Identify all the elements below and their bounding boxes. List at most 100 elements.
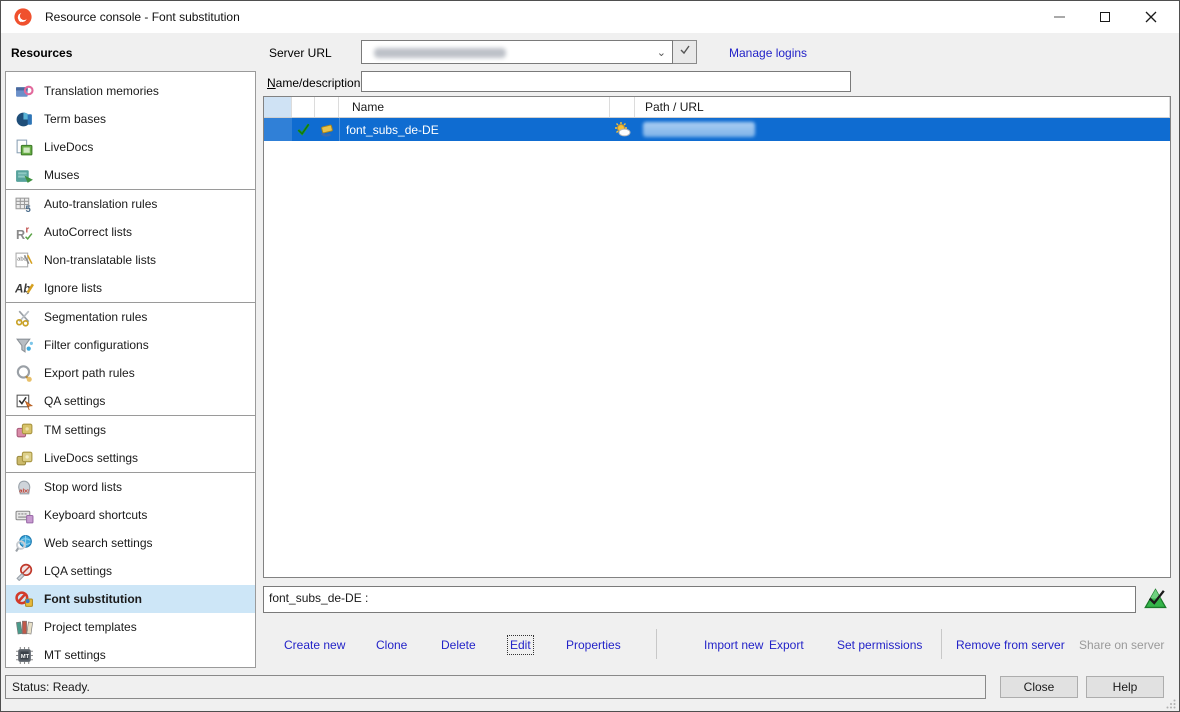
maximize-button[interactable] bbox=[1083, 1, 1127, 32]
cloud-sun-icon bbox=[615, 122, 631, 137]
filter-configurations-icon bbox=[16, 338, 33, 353]
resource-list: Name Path / URL font_subs_de-DE bbox=[263, 96, 1171, 578]
svg-text:5: 5 bbox=[26, 203, 32, 213]
command-separator bbox=[656, 629, 657, 659]
term-bases-icon bbox=[16, 112, 32, 126]
sidebar-item-muses[interactable]: Muses bbox=[6, 161, 255, 189]
memoq-logo-icon bbox=[14, 8, 32, 26]
sidebar-item-tm-settings[interactable]: TM settings bbox=[6, 416, 255, 444]
sidebar-item-export-path-rules[interactable]: Export path rules bbox=[6, 359, 255, 387]
segmentation-rules-icon bbox=[15, 310, 30, 327]
chevron-down-icon[interactable]: ⌄ bbox=[657, 46, 666, 59]
sidebar-item-lqa-settings[interactable]: LQA settings bbox=[6, 557, 255, 585]
server-url-label: Server URL bbox=[269, 46, 332, 60]
sidebar-item-ignore-lists[interactable]: Ab Ignore lists bbox=[6, 274, 255, 302]
set-permissions-command[interactable]: Set permissions bbox=[837, 638, 922, 652]
export-path-rules-icon bbox=[16, 364, 32, 382]
header-path-column[interactable]: Path / URL bbox=[635, 97, 1170, 117]
sidebar-item-livedocs-settings[interactable]: LiveDocs settings bbox=[6, 444, 255, 472]
sidebar-item-font-substitution[interactable]: Font substitution bbox=[6, 585, 255, 613]
minimize-icon bbox=[1053, 15, 1065, 18]
server-url-redacted-value bbox=[374, 48, 506, 58]
close-window-button[interactable] bbox=[1127, 1, 1175, 32]
server-url-combobox[interactable]: ⌄ bbox=[361, 40, 673, 64]
sidebar-item-term-bases[interactable]: Term bases bbox=[6, 105, 255, 133]
command-separator bbox=[941, 629, 942, 659]
manage-logins-link[interactable]: Manage logins bbox=[729, 46, 807, 60]
header-type-column[interactable] bbox=[315, 97, 339, 117]
stop-word-lists-icon: abc bbox=[18, 480, 31, 494]
location-cell bbox=[610, 118, 635, 141]
maximize-icon bbox=[1100, 11, 1110, 22]
svg-text:r: r bbox=[26, 224, 30, 235]
resource-list-header: Name Path / URL bbox=[264, 97, 1170, 118]
remove-from-server-command[interactable]: Remove from server bbox=[956, 638, 1065, 652]
edit-command[interactable]: Edit bbox=[507, 635, 534, 655]
keyboard-shortcuts-icon bbox=[15, 510, 34, 523]
autocorrect-lists-icon: R r bbox=[16, 224, 33, 241]
project-templates-icon bbox=[16, 620, 33, 634]
header-name-column[interactable]: Name bbox=[339, 97, 610, 117]
sidebar-item-translation-memories[interactable]: Translation memories bbox=[6, 77, 255, 105]
window-title: Resource console - Font substitution bbox=[45, 10, 240, 24]
header-corner-cell[interactable] bbox=[264, 97, 292, 117]
sidebar-item-autocorrect-lists[interactable]: R r AutoCorrect lists bbox=[6, 218, 255, 246]
connect-server-button[interactable] bbox=[673, 40, 697, 64]
export-command[interactable]: Export bbox=[769, 638, 804, 652]
name-description-input[interactable] bbox=[361, 71, 851, 92]
resources-heading: Resources bbox=[11, 46, 73, 60]
properties-command[interactable]: Properties bbox=[566, 638, 621, 652]
resource-console-window: Resource console - Font substitution Res… bbox=[0, 0, 1180, 712]
resource-name-cell: font_subs_de-DE bbox=[339, 118, 610, 141]
sidebar-item-keyboard-shortcuts[interactable]: Keyboard shortcuts bbox=[6, 501, 255, 529]
checked-cell bbox=[292, 118, 315, 141]
resize-grip[interactable] bbox=[1166, 698, 1176, 709]
status-bar: Status: Ready. bbox=[5, 675, 986, 699]
sidebar-item-qa-settings[interactable]: QA settings bbox=[6, 387, 255, 415]
ignore-lists-icon: Ab bbox=[15, 282, 34, 295]
svg-text:abc: abc bbox=[19, 488, 30, 494]
name-description-label: Name/description bbox=[267, 76, 361, 90]
sidebar-item-project-templates[interactable]: Project templates bbox=[6, 613, 255, 641]
sidebar-item-non-translatable-lists[interactable]: abc Non-translatable lists bbox=[6, 246, 255, 274]
livedocs-settings-icon bbox=[16, 451, 33, 465]
sidebar-item-segmentation-rules[interactable]: Segmentation rules bbox=[6, 303, 255, 331]
auto-translation-rules-icon: 5 bbox=[15, 197, 32, 214]
delete-command[interactable]: Delete bbox=[441, 638, 476, 652]
check-icon bbox=[680, 45, 690, 55]
titlebar: Resource console - Font substitution bbox=[1, 1, 1179, 33]
minimize-button[interactable] bbox=[1037, 1, 1081, 32]
svg-text:R: R bbox=[16, 227, 25, 241]
sidebar-item-livedocs[interactable]: LiveDocs bbox=[6, 133, 255, 161]
edit-book-icon bbox=[320, 124, 333, 137]
muses-icon bbox=[16, 169, 33, 183]
resource-type-cell bbox=[315, 118, 339, 141]
path-redacted-value bbox=[643, 122, 755, 137]
font-substitution-resource-icon bbox=[1144, 587, 1167, 610]
resources-sidebar: Translation memories Term bases LiveDocs bbox=[5, 71, 256, 668]
resource-details-box[interactable]: font_subs_de-DE : bbox=[263, 586, 1136, 613]
lqa-settings-icon bbox=[16, 563, 33, 581]
row-selector-cell[interactable] bbox=[264, 118, 292, 141]
create-new-command[interactable]: Create new bbox=[284, 638, 345, 652]
svg-text:MT: MT bbox=[21, 653, 30, 659]
close-button[interactable]: Close bbox=[1000, 676, 1078, 698]
sidebar-item-stop-word-lists[interactable]: abc Stop word lists bbox=[6, 473, 255, 501]
close-icon bbox=[1145, 11, 1157, 22]
help-button[interactable]: Help bbox=[1086, 676, 1164, 698]
web-search-settings-icon bbox=[15, 534, 32, 552]
header-status-column[interactable] bbox=[292, 97, 315, 117]
resource-row-font-subs-de-DE[interactable]: font_subs_de-DE bbox=[264, 118, 1170, 141]
header-location-column[interactable] bbox=[610, 97, 635, 117]
resource-path-cell bbox=[635, 118, 1170, 141]
resource-details-text: font_subs_de-DE : bbox=[269, 591, 369, 605]
mt-settings-icon: MT bbox=[16, 646, 33, 664]
sidebar-item-auto-translation-rules[interactable]: 5 Auto-translation rules bbox=[6, 190, 255, 218]
sidebar-item-web-search-settings[interactable]: Web search settings bbox=[6, 529, 255, 557]
clone-command[interactable]: Clone bbox=[376, 638, 407, 652]
qa-settings-icon bbox=[16, 394, 34, 410]
sidebar-item-mt-settings[interactable]: MT MT settings bbox=[6, 641, 255, 669]
tm-settings-icon bbox=[16, 423, 33, 437]
sidebar-item-filter-configurations[interactable]: Filter configurations bbox=[6, 331, 255, 359]
import-new-command[interactable]: Import new bbox=[704, 638, 763, 652]
